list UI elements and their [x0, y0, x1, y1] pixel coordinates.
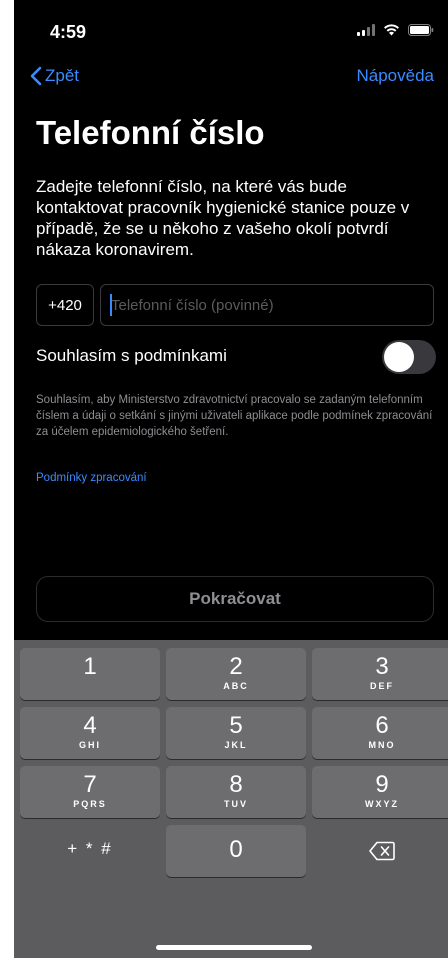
back-button[interactable]: Zpět: [30, 66, 79, 86]
text-cursor: [110, 294, 112, 316]
key-letters: PQRS: [73, 799, 107, 809]
key-number: 4: [83, 712, 97, 739]
key-number: 2: [229, 653, 243, 680]
consent-text: Souhlasím, aby Ministerstvo zdravotnictv…: [36, 394, 433, 438]
key-1[interactable]: 1: [20, 648, 160, 700]
toggle-knob: [384, 342, 414, 372]
battery-icon: [408, 24, 434, 36]
key-6[interactable]: 6 MNO: [312, 707, 448, 759]
key-4[interactable]: 4 GHI: [20, 707, 160, 759]
key-8[interactable]: 8 TUV: [166, 766, 306, 818]
help-button[interactable]: Nápověda: [356, 66, 434, 86]
key-symbols[interactable]: + * #: [20, 825, 160, 877]
key-letters: GHI: [78, 740, 101, 750]
country-prefix[interactable]: +420: [36, 284, 94, 326]
delete-key[interactable]: [312, 825, 448, 877]
signal-icon: [357, 24, 375, 36]
page-description: Zadejte telefonní číslo, na které vás bu…: [36, 177, 410, 259]
wifi-icon: [383, 24, 400, 36]
key-letters: ABC: [223, 681, 249, 691]
key-5[interactable]: 5 JKL: [166, 707, 306, 759]
symbols-label: + * #: [67, 839, 113, 858]
key-number: 1: [83, 653, 97, 680]
key-number: 3: [375, 653, 389, 680]
key-9[interactable]: 9 WXYZ: [312, 766, 448, 818]
key-number: 7: [83, 771, 97, 798]
key-letters: MNO: [368, 740, 396, 750]
key-number: 5: [229, 712, 243, 739]
key-letters: DEF: [370, 681, 394, 691]
numeric-keyboard: 1 2 ABC 3 DEF 4 GHI 5 JKL 6 MNO 7 PQRS 8: [14, 640, 448, 958]
key-letters: WXYZ: [365, 799, 399, 809]
consent-label: Souhlasím s podmínkami: [36, 346, 227, 365]
key-7[interactable]: 7 PQRS: [20, 766, 160, 818]
key-number: 8: [229, 771, 243, 798]
home-indicator: [156, 945, 312, 950]
phone-screen: 4:59 Zpět Nápověda Telefonní číslo Zadej: [14, 0, 448, 958]
key-3[interactable]: 3 DEF: [312, 648, 448, 700]
key-number: 6: [375, 712, 389, 739]
terms-link[interactable]: Podmínky zpracování: [36, 472, 147, 484]
status-icons: [357, 24, 434, 36]
key-number: 9: [375, 771, 389, 798]
consent-toggle[interactable]: [382, 340, 436, 374]
key-2[interactable]: 2 ABC: [166, 648, 306, 700]
back-label: Zpět: [45, 66, 80, 85]
page-title: Telefonní číslo: [36, 114, 265, 151]
continue-button[interactable]: Pokračovat: [36, 576, 434, 622]
key-number: 0: [229, 836, 243, 863]
chevron-left-icon: [30, 66, 42, 86]
key-0[interactable]: 0: [166, 825, 306, 877]
status-time: 4:59: [50, 22, 87, 42]
key-letters: JKL: [224, 740, 248, 750]
phone-number-input[interactable]: [100, 284, 434, 326]
key-letters: TUV: [224, 799, 248, 809]
delete-backspace-icon: [369, 841, 395, 861]
